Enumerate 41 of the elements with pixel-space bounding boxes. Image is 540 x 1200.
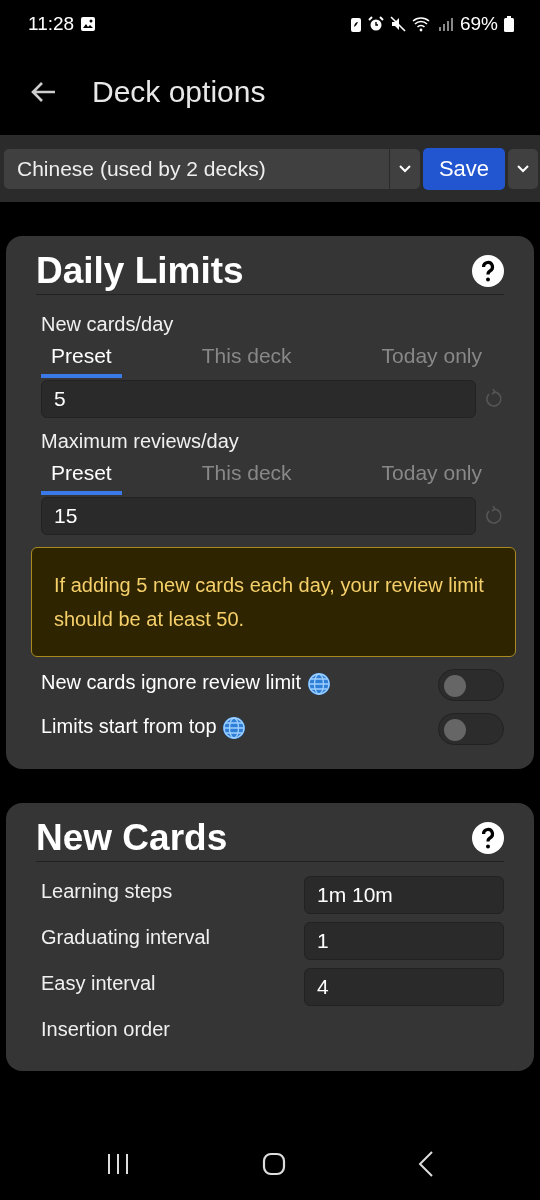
alarm-icon — [367, 16, 384, 32]
text-field[interactable]: 4 — [304, 968, 504, 1006]
battery-icon — [504, 16, 514, 32]
text-field[interactable]: 1 — [304, 922, 504, 960]
section-title: New Cards — [36, 817, 228, 859]
caret-icon — [399, 164, 411, 173]
warning-message: If adding 5 new cards each day, your review limit should be at least 50. — [31, 547, 516, 657]
section-title: Daily Limits — [36, 250, 244, 292]
number-field[interactable]: 5 — [41, 380, 476, 418]
field-label: Graduating interval — [41, 925, 210, 950]
help-icon[interactable] — [472, 255, 504, 287]
help-icon[interactable] — [472, 822, 504, 854]
image-icon — [80, 16, 97, 32]
text-field[interactable]: 1m 10m — [304, 876, 504, 914]
status-time: 11:28 — [28, 13, 75, 35]
wifi-icon — [411, 16, 432, 32]
back-icon[interactable] — [418, 1151, 434, 1177]
toggle-switch[interactable] — [438, 713, 504, 745]
recent-apps-icon[interactable] — [106, 1153, 130, 1175]
page-title: Deck options — [92, 74, 266, 109]
globe-icon — [222, 715, 247, 740]
caret-icon — [517, 164, 529, 173]
toggle-label: Limits start from top — [41, 711, 247, 741]
home-icon[interactable] — [262, 1152, 286, 1176]
battery-saver-icon — [349, 16, 362, 32]
field-label: Easy interval — [41, 971, 156, 996]
field-label: Maximum reviews/day — [41, 429, 240, 454]
preset-dropdown[interactable]: Chinese (used by 2 decks) — [4, 148, 420, 189]
battery-percent: 69% — [459, 13, 498, 35]
number-field[interactable]: 15 — [41, 497, 476, 535]
save-button[interactable]: Save — [423, 147, 505, 190]
field-label: New cards/day — [41, 312, 175, 337]
field-label: Insertion order — [41, 1017, 171, 1042]
save-options-button[interactable] — [508, 148, 538, 189]
toggle-label: New cards ignore review limit — [41, 667, 331, 697]
back-arrow-icon[interactable] — [30, 80, 56, 103]
toggle-switch[interactable] — [438, 669, 504, 701]
field-label: Learning steps — [41, 879, 173, 904]
mute-icon — [389, 16, 406, 32]
globe-icon — [306, 671, 331, 696]
signal-icon — [437, 16, 454, 32]
